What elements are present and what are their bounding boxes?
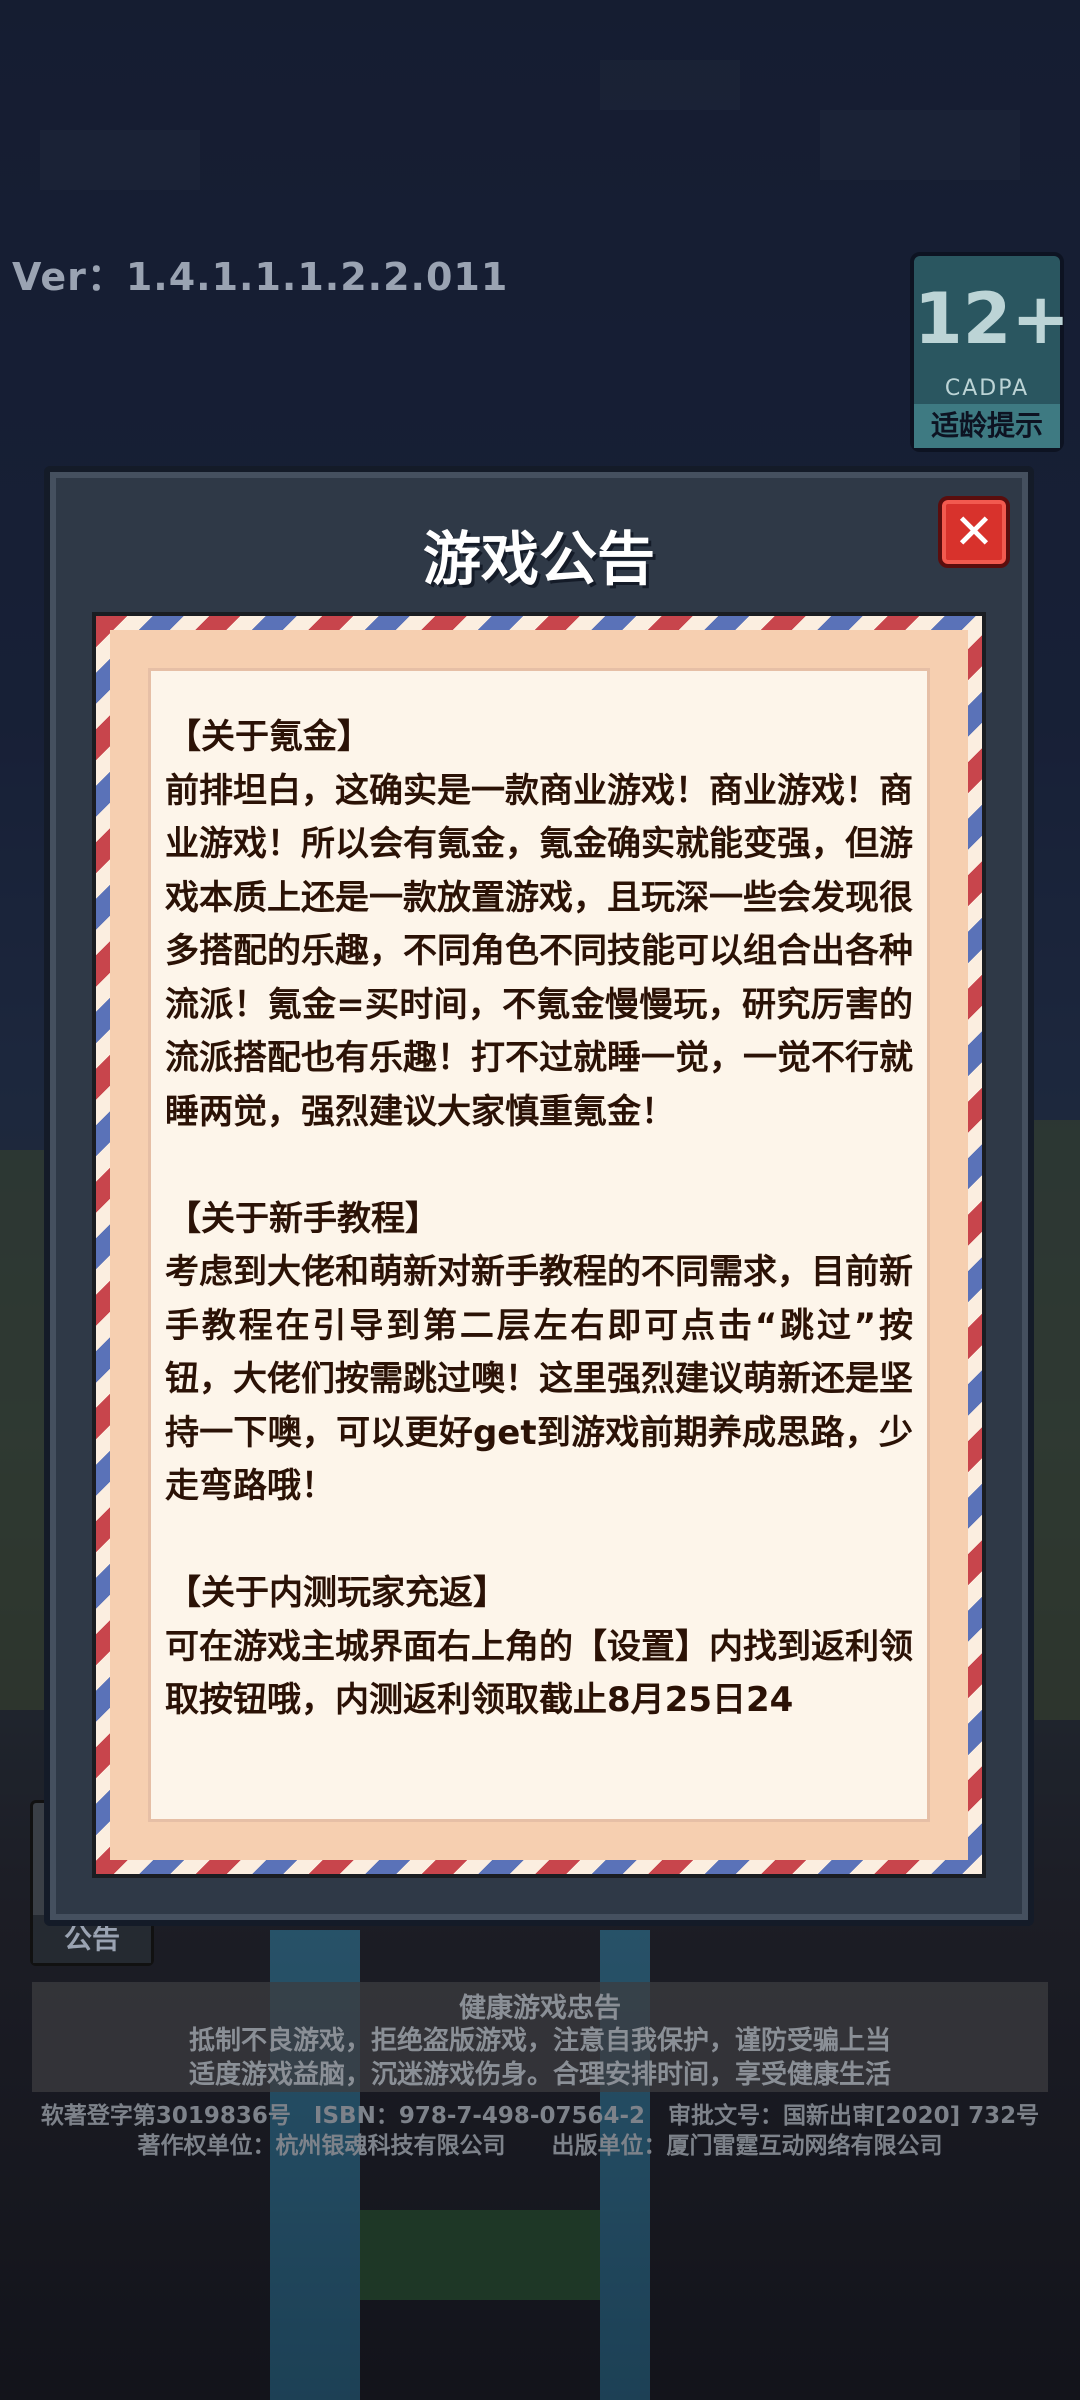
- announcement-dialog: 游戏公告 ✕ 【关于氪金】 前排坦白，这确实是一款商业游戏！商业游戏！商业游戏！…: [44, 466, 1034, 1926]
- section-heading: 【关于内测玩家充返】: [167, 1573, 507, 1613]
- publisher-line: 著作权单位：杭州银魂科技有限公司 出版单位：厦门雷霆互动网络有限公司: [137, 2133, 943, 2159]
- dialog-title: 游戏公告: [422, 525, 655, 593]
- close-icon: ✕: [953, 504, 995, 560]
- close-button[interactable]: ✕: [938, 496, 1010, 568]
- health-notice: 健康游戏忠告 抵制不良游戏，拒绝盗版游戏，注意自我保护，谨防受骗上当 适度游戏益…: [32, 1982, 1048, 2092]
- health-notice-line: 抵制不良游戏，拒绝盗版游戏，注意自我保护，谨防受骗上当: [188, 2026, 891, 2056]
- version-label: Ver：1.4.1.1.1.2.2.011: [12, 255, 509, 299]
- copyright-line: 软著登字第3019836号 ISBN：978-7-498-07564-2 审批文…: [40, 2103, 1040, 2129]
- age-rating-badge[interactable]: 12+ CADPA 适龄提示: [910, 252, 1071, 452]
- age-rating-hint: 适龄提示: [914, 404, 1060, 448]
- announcement-scroll-area[interactable]: 【关于氪金】 前排坦白，这确实是一款商业游戏！商业游戏！商业游戏！所以会有氪金，…: [148, 668, 930, 1822]
- section-heading: 【关于氪金】: [167, 717, 371, 757]
- announcement-content: 【关于氪金】 前排坦白，这确实是一款商业游戏！商业游戏！商业游戏！所以会有氪金，…: [165, 711, 913, 1728]
- letter-frame: 【关于氪金】 前排坦白，这确实是一款商业游戏！商业游戏！商业游戏！所以会有氪金，…: [92, 612, 986, 1878]
- section-heading: 【关于新手教程】: [167, 1198, 439, 1239]
- section-body: 前排坦白，这确实是一款商业游戏！商业游戏！商业游戏！所以会有氪金，氪金确实就能变…: [165, 770, 913, 1132]
- section-body: 考虑到大佬和萌新对新手教程的不同需求，目前新手教程在引导到第二层左右即可点击“跳…: [165, 1252, 913, 1506]
- section-body: 可在游戏主城界面右上角的【设置】内找到返利领取按钮哦，内测返利领取截止8月25日…: [165, 1626, 913, 1721]
- age-rating-number: 12+: [914, 278, 1071, 360]
- letter-border: 【关于氪金】 前排坦白，这确实是一款商业游戏！商业游戏！商业游戏！所以会有氪金，…: [110, 630, 968, 1860]
- age-rating-org: CADPA: [944, 376, 1030, 401]
- health-notice-line: 适度游戏益脑，沉迷游戏伤身。合理安排时间，享受健康生活: [188, 2060, 891, 2090]
